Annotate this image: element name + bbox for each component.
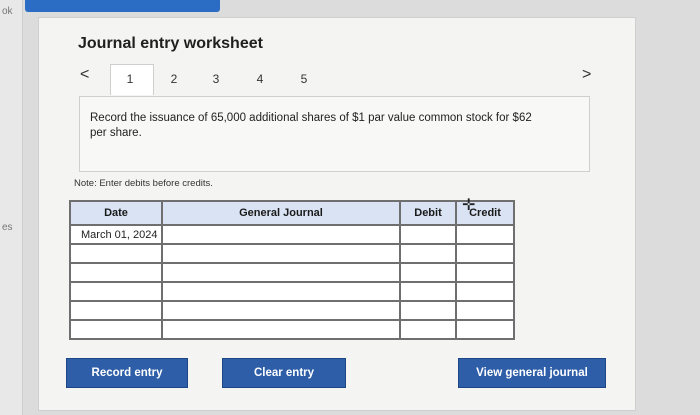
- record-entry-button[interactable]: Record entry: [66, 358, 188, 388]
- left-strip: ok es: [0, 0, 23, 415]
- top-button-strip[interactable]: [25, 0, 220, 12]
- credit-input[interactable]: [455, 300, 515, 321]
- side-text-mid: es: [2, 222, 13, 233]
- journal-table: Date General Journal Debit Credit March …: [69, 200, 515, 340]
- table-header-row: Date General Journal Debit Credit: [69, 200, 515, 226]
- table-row: [69, 243, 515, 264]
- credit-input[interactable]: [455, 224, 515, 245]
- date-cell[interactable]: [69, 281, 163, 302]
- journal-input[interactable]: [161, 224, 401, 245]
- debit-input[interactable]: [399, 281, 457, 302]
- question-prompt-box: Record the issuance of 65,000 additional…: [79, 96, 590, 172]
- debit-input[interactable]: [399, 262, 457, 283]
- credit-input[interactable]: [455, 319, 515, 340]
- credit-input[interactable]: [455, 243, 515, 264]
- journal-input[interactable]: [161, 300, 401, 321]
- journal-input[interactable]: [161, 281, 401, 302]
- journal-input[interactable]: [161, 319, 401, 340]
- next-chevron-icon[interactable]: >: [582, 66, 591, 84]
- tab-5[interactable]: 5: [298, 72, 310, 86]
- page-title: Journal entry worksheet: [78, 35, 263, 52]
- table-row: [69, 319, 515, 340]
- header-date: Date: [69, 200, 163, 226]
- clear-entry-button[interactable]: Clear entry: [222, 358, 346, 388]
- tab-2[interactable]: 2: [168, 72, 180, 86]
- header-debit: Debit: [399, 200, 457, 226]
- cursor-plus-icon: ✛: [462, 197, 476, 214]
- credit-input[interactable]: [455, 262, 515, 283]
- header-general-journal: General Journal: [161, 200, 401, 226]
- debit-input[interactable]: [399, 319, 457, 340]
- question-prompt-text: Record the issuance of 65,000 additional…: [90, 112, 532, 139]
- side-text-top: ok: [2, 6, 13, 17]
- tab-1-label[interactable]: 1: [124, 72, 136, 86]
- date-cell[interactable]: [69, 262, 163, 283]
- journal-input[interactable]: [161, 243, 401, 264]
- debit-input[interactable]: [399, 300, 457, 321]
- prev-chevron-icon[interactable]: <: [80, 66, 89, 84]
- credit-input[interactable]: [455, 281, 515, 302]
- journal-input[interactable]: [161, 262, 401, 283]
- date-cell[interactable]: [69, 243, 163, 264]
- debit-input[interactable]: [399, 224, 457, 245]
- date-cell[interactable]: [69, 319, 163, 340]
- debit-input[interactable]: [399, 243, 457, 264]
- table-row: March 01, 2024: [69, 224, 515, 245]
- tab-3[interactable]: 3: [210, 72, 222, 86]
- table-row: [69, 262, 515, 283]
- table-row: [69, 300, 515, 321]
- view-general-journal-button[interactable]: View general journal: [458, 358, 606, 388]
- date-cell: March 01, 2024: [69, 224, 163, 245]
- note-text: Note: Enter debits before credits.: [74, 178, 213, 189]
- tab-4[interactable]: 4: [254, 72, 266, 86]
- table-row: [69, 281, 515, 302]
- date-cell[interactable]: [69, 300, 163, 321]
